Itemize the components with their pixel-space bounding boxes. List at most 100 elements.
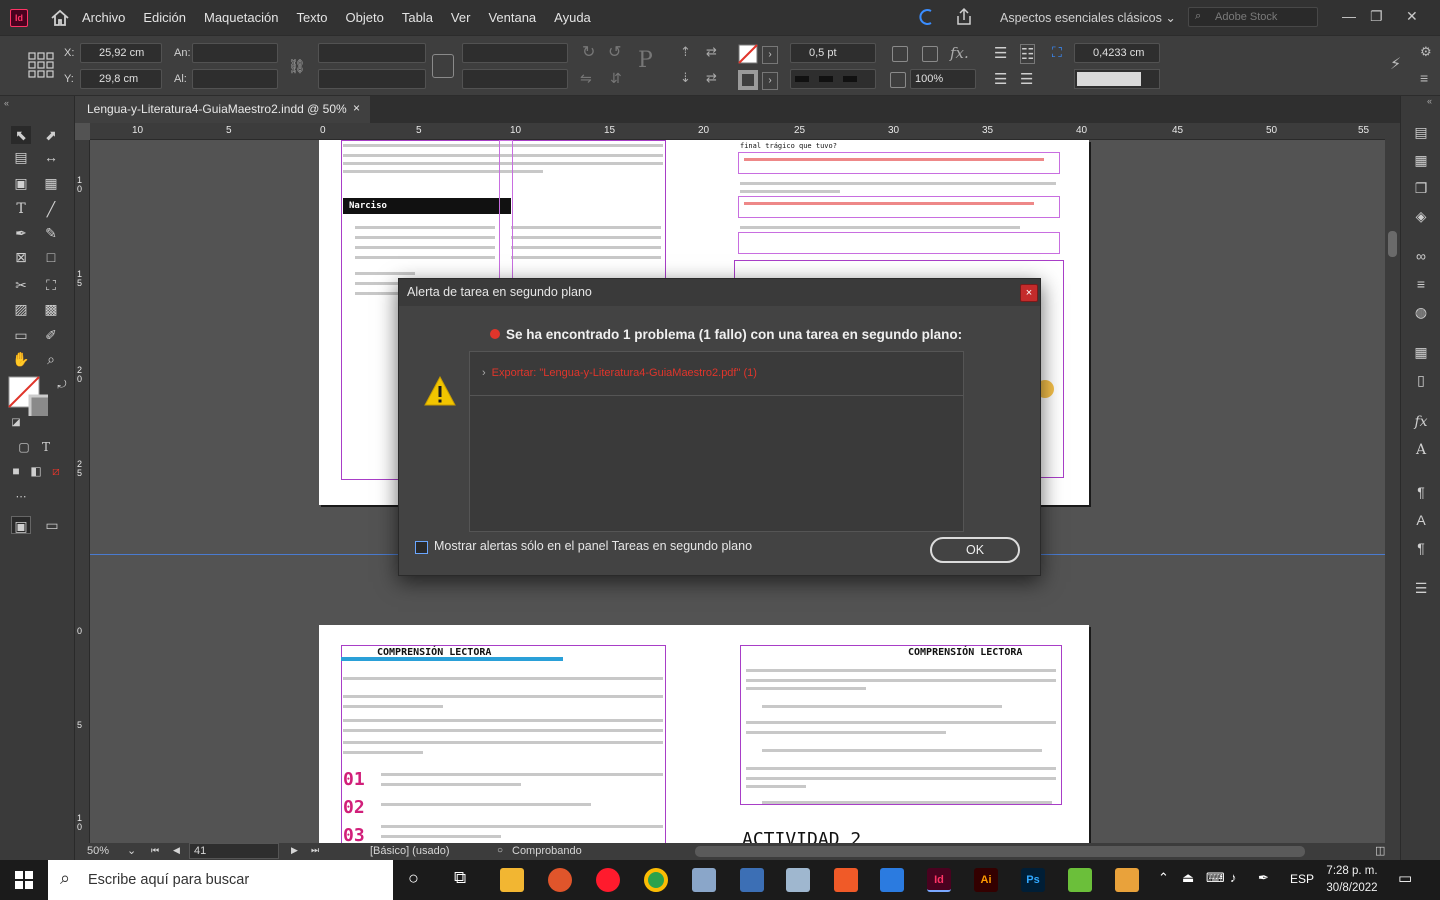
type-tool-icon[interactable]: T xyxy=(11,200,31,218)
shear-field[interactable] xyxy=(462,69,568,89)
autodesk-icon[interactable] xyxy=(880,868,904,892)
expand-panel-icon[interactable]: « xyxy=(1427,96,1432,106)
select-next-icon[interactable]: ⇄ xyxy=(706,70,717,86)
snipping-icon[interactable] xyxy=(786,868,810,892)
hand-tool-icon[interactable]: ✋ xyxy=(11,350,31,368)
offset-field[interactable]: 0,4233 cm xyxy=(1074,43,1160,63)
text-wrap-panel-icon[interactable]: ☰ xyxy=(1411,580,1431,596)
menu-maquetacion[interactable]: Maquetación xyxy=(204,10,278,25)
gradient-swatch-tool-icon[interactable]: ▨ xyxy=(11,300,31,318)
horizontal-scrollbar[interactable] xyxy=(695,846,1305,857)
gradient-feather-tool-icon[interactable]: ▩ xyxy=(41,300,61,318)
select-container-icon[interactable]: ⇡ xyxy=(680,44,691,60)
pen-icon[interactable]: ✒ xyxy=(1258,870,1269,886)
close-window-button[interactable]: ✕ xyxy=(1406,8,1418,25)
colorful-app-icon[interactable] xyxy=(1068,868,1092,892)
stroke-panel-icon[interactable]: ≡ xyxy=(1411,276,1431,292)
document-tab[interactable]: Lengua-y-Literatura4-GuiaMaestro2.indd @… xyxy=(75,96,370,123)
next-page-icon[interactable]: ▶ xyxy=(291,845,298,856)
taskbar-search-box[interactable]: ⌕ Escribe aquí para buscar xyxy=(48,860,393,900)
book-panel-icon[interactable]: ▯ xyxy=(1411,372,1431,388)
apply-gradient-icon[interactable]: ◧ xyxy=(26,462,46,480)
align-top-icon[interactable]: ☰ xyxy=(994,70,1007,88)
illustrator-taskbar-icon[interactable]: Ai xyxy=(974,868,998,892)
object-style-dropdown[interactable] xyxy=(1074,69,1160,89)
taskbar-clock[interactable]: 7:28 p. m. 30/8/2022 xyxy=(1318,863,1386,897)
layers-panel-icon[interactable]: ◈ xyxy=(1411,208,1431,224)
pencil-tool-icon[interactable]: ✎ xyxy=(41,224,61,242)
menu-objeto[interactable]: Objeto xyxy=(346,10,384,25)
menu-ver[interactable]: Ver xyxy=(451,10,471,25)
restore-button[interactable]: ❐ xyxy=(1370,8,1383,25)
select-previous-icon[interactable]: ⇄ xyxy=(706,44,717,60)
volume-icon[interactable]: ♪ xyxy=(1230,870,1237,885)
scroll-thumb[interactable] xyxy=(1388,231,1397,257)
screen-mode-icon[interactable]: ⋯ xyxy=(11,488,31,506)
pages-panel-icon[interactable]: ▤ xyxy=(1411,124,1431,140)
fill-stroke-swatches-icon[interactable] xyxy=(8,376,48,416)
lightning-icon[interactable]: ⚡ xyxy=(1390,54,1401,74)
auto-fit-icon[interactable]: ⛶ xyxy=(1052,44,1062,61)
ok-button[interactable]: OK xyxy=(930,537,1020,563)
tray-chevron-up-icon[interactable]: ⌃ xyxy=(1158,870,1169,886)
zoom-level[interactable]: 50% xyxy=(87,845,109,857)
rectangle-tool-icon[interactable]: □ xyxy=(41,248,61,266)
matlab-icon[interactable] xyxy=(834,868,858,892)
paragraph-styles-icon[interactable]: ¶ xyxy=(1411,540,1431,556)
stroke-swatch-icon[interactable] xyxy=(738,70,758,90)
align-bottom-icon[interactable]: ☰ xyxy=(1020,70,1033,88)
calculator-icon[interactable] xyxy=(740,868,764,892)
chevron-right-icon[interactable]: › xyxy=(482,367,486,379)
menu-ventana[interactable]: Ventana xyxy=(488,10,536,25)
panel-menu-icon[interactable]: ≡ xyxy=(1420,70,1428,86)
scale-y-field[interactable] xyxy=(318,69,426,89)
free-transform-tool-icon[interactable]: ⛶ xyxy=(41,276,61,294)
menu-archivo[interactable]: Archivo xyxy=(82,10,125,25)
rectangle-frame-tool-icon[interactable]: ⊠ xyxy=(11,248,31,266)
menu-edicion[interactable]: Edición xyxy=(143,10,186,25)
rotate-ccw-icon[interactable]: ↺ xyxy=(608,42,621,62)
opacity-field[interactable]: 100% xyxy=(910,69,976,89)
file-explorer-icon[interactable] xyxy=(500,868,524,892)
direct-selection-tool-icon[interactable]: ⬈ xyxy=(41,126,61,144)
chrome-browser-icon[interactable] xyxy=(644,868,668,892)
vertical-scrollbar[interactable] xyxy=(1385,123,1400,843)
page-bottom-right[interactable]: COMPRENSIÓN LECTORA ACTIVIDAD 2 xyxy=(704,625,1089,843)
preflight-status[interactable]: Comprobando xyxy=(512,845,582,857)
horizontal-ruler[interactable]: 10 5 0 5 10 15 20 25 30 35 40 45 50 55 xyxy=(90,123,1385,140)
frame-fitting-icon[interactable] xyxy=(892,46,908,62)
stroke-weight-field[interactable]: 0,5 pt xyxy=(790,43,876,63)
minimize-button[interactable]: — xyxy=(1342,8,1356,24)
rotation-field[interactable] xyxy=(462,43,568,63)
chevron-down-icon[interactable]: ⌄ xyxy=(127,844,136,857)
text-wrap-box-icon[interactable]: ☷ xyxy=(1020,44,1036,64)
formatting-container-icon[interactable]: ▢ xyxy=(14,438,34,456)
layers-grid-icon[interactable]: ▦ xyxy=(1411,152,1431,168)
character-panel-icon[interactable]: A xyxy=(1411,442,1431,458)
menu-ayuda[interactable]: Ayuda xyxy=(554,10,591,25)
usb-icon[interactable]: ⏏ xyxy=(1182,870,1194,886)
stroke-type-dropdown[interactable] xyxy=(790,69,876,89)
cortana-icon[interactable]: ○ xyxy=(408,868,419,889)
settings-gear-icon[interactable]: ⚙ xyxy=(1420,44,1432,60)
links-arrange-icon[interactable]: ❐ xyxy=(1411,180,1431,196)
collapse-panel-icon[interactable]: « xyxy=(4,98,9,108)
reference-point-icon[interactable] xyxy=(28,52,54,78)
stroke-swatch-dropdown[interactable]: › xyxy=(762,72,778,90)
last-page-icon[interactable]: ⏭ xyxy=(311,845,319,856)
pen-tool-icon[interactable]: ✒ xyxy=(11,224,31,242)
effects-fx-icon[interactable]: fx. xyxy=(950,44,969,62)
master-style-label[interactable]: [Básico] (usado) xyxy=(370,845,449,857)
eyedropper-tool-icon[interactable]: ✐ xyxy=(41,326,61,344)
preview-mode-icon[interactable]: ▭ xyxy=(42,516,62,534)
show-alerts-checkbox[interactable] xyxy=(415,541,428,554)
notifications-icon[interactable]: ▭ xyxy=(1398,869,1412,887)
flip-vertical-icon[interactable]: ⇵ xyxy=(610,70,622,87)
cc-libraries-icon[interactable]: ▦ xyxy=(1411,344,1431,360)
gap-tool-icon[interactable]: ↔ xyxy=(41,148,61,166)
select-content-icon[interactable]: ⇣ xyxy=(680,70,691,86)
home-icon[interactable] xyxy=(50,8,70,28)
opacity-icon[interactable] xyxy=(890,72,906,88)
workspace-switcher[interactable]: Aspectos esenciales clásicos ⌄ xyxy=(1000,10,1176,25)
brave-browser-icon[interactable] xyxy=(548,868,572,892)
